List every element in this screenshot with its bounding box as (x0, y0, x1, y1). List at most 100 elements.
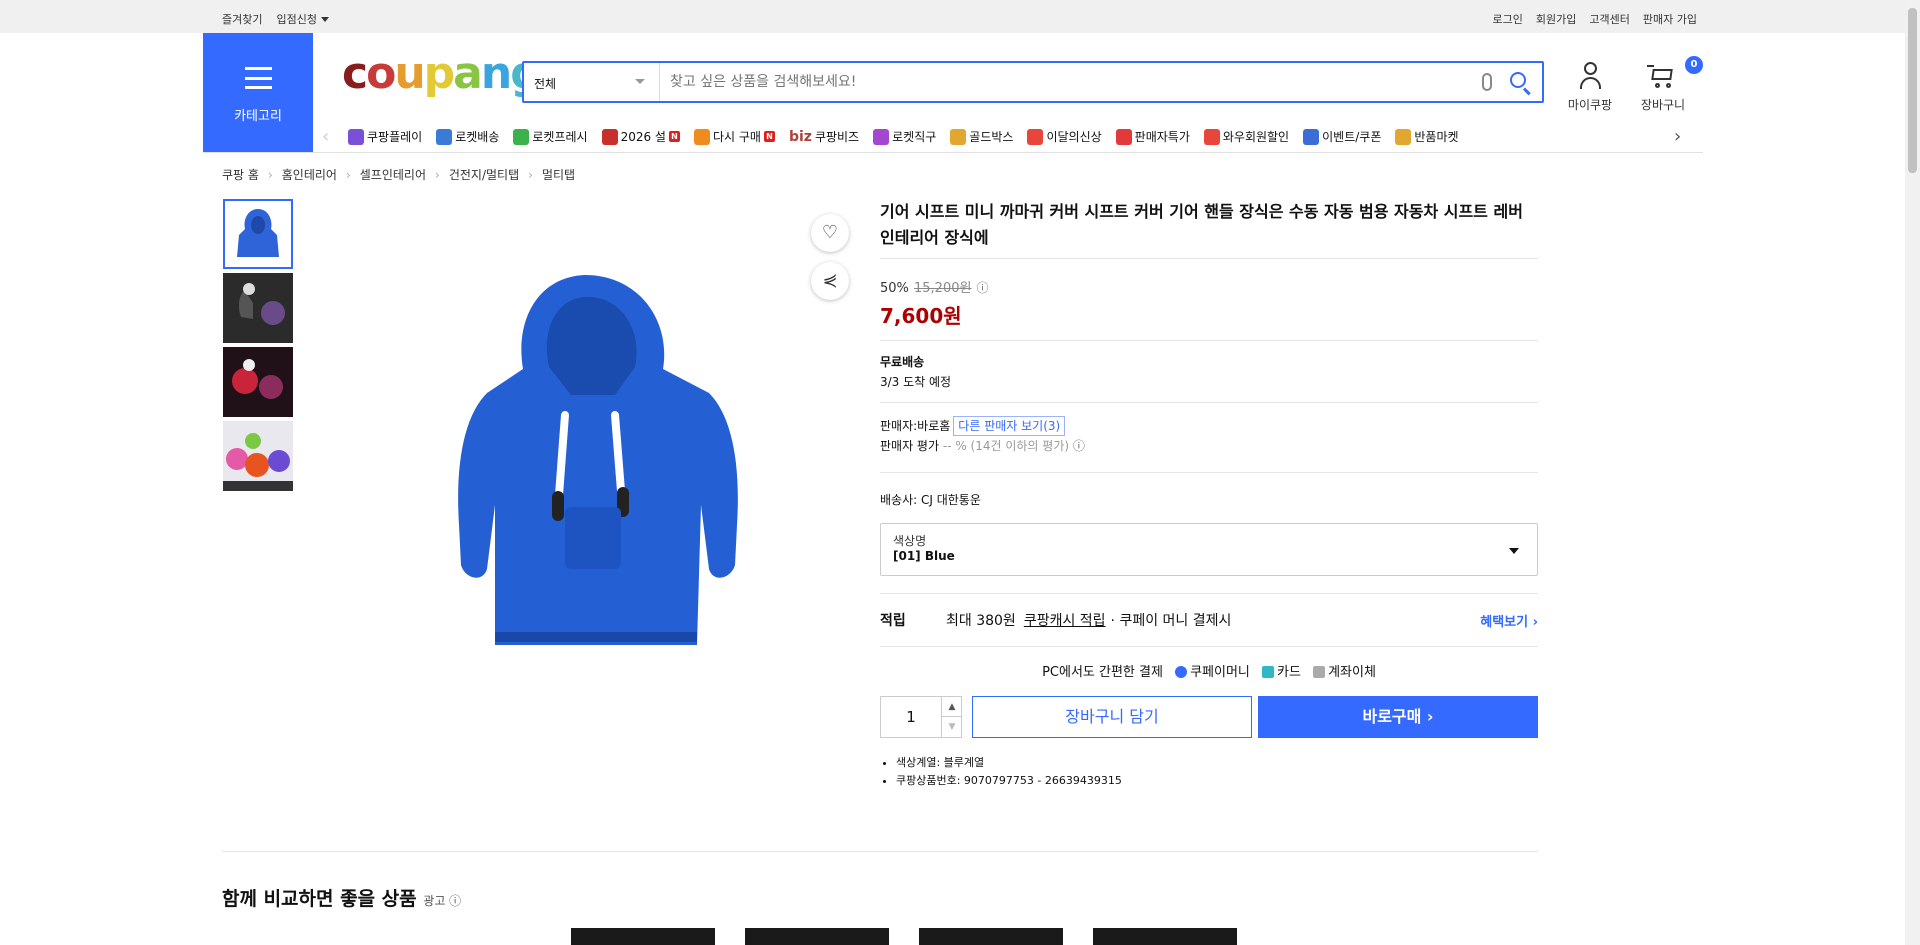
coupang-logo[interactable]: coupang (342, 52, 542, 96)
nav-item-icon (873, 128, 890, 145)
thumbnail-3[interactable] (223, 347, 293, 417)
chevron-left-icon[interactable]: ‹ (322, 126, 329, 147)
nav-item[interactable]: 로켓배송 (436, 128, 499, 145)
scrollbar-thumb[interactable] (1908, 8, 1917, 173)
divider (880, 593, 1538, 594)
add-to-cart-button[interactable]: 장바구니 담기 (972, 696, 1252, 738)
carrier-info: 배송사: CJ 대한통운 (880, 493, 981, 507)
breadcrumb-item[interactable]: 멀티탭 (542, 166, 575, 183)
info-icon[interactable]: ⓘ (1073, 439, 1085, 453)
nav-item-icon (693, 128, 710, 145)
new-badge: N (763, 131, 775, 142)
nav-item[interactable]: 반품마켓 (1395, 128, 1459, 145)
nav-item-label: 다시 구매 (712, 130, 761, 144)
reco-card-image[interactable] (745, 928, 889, 945)
nav-item-label: 로켓배송 (455, 130, 500, 144)
chevron-right-icon[interactable]: › (1674, 126, 1681, 147)
benefit-link[interactable]: 혜택보기 › (1480, 611, 1538, 630)
customer-center-link[interactable]: 고객센터 (1589, 11, 1629, 27)
payment-title: PC에서도 간편한 결제 (1042, 665, 1163, 680)
nav-item-label: 로켓프레시 (532, 130, 588, 144)
reward-amount: 최대 380원 (946, 613, 1016, 629)
reco-card-image[interactable] (919, 928, 1063, 945)
caret-down-icon[interactable] (320, 16, 329, 22)
nav-item-prefix: biz (788, 128, 812, 145)
entry-link[interactable]: 입점신청 (276, 11, 316, 27)
shipping-info: 무료배송 3/3 도착 예정 (880, 352, 951, 392)
nav-item-label: 쿠팡비즈 (814, 130, 860, 144)
cart-button[interactable]: 0 장바구니 (1633, 56, 1703, 113)
reward-row: 적립 최대 380원 쿠팡캐시 적립 · 쿠페이 머니 결제시 혜택보기 › (880, 610, 1538, 630)
nav-item[interactable]: 판매자특가 (1115, 128, 1190, 145)
nav-item-icon (1115, 128, 1132, 145)
thumbnail-1[interactable] (223, 199, 293, 269)
option-select[interactable]: 색상명 [01] Blue (880, 523, 1538, 576)
search-input[interactable] (670, 67, 1470, 97)
ad-label[interactable]: 광고 ⓘ (423, 894, 461, 908)
seller-signup-link[interactable]: 판매자 가입 (1643, 11, 1697, 27)
nav-item-label: 반품마켓 (1414, 130, 1459, 144)
payment-method: 카드 (1277, 665, 1301, 680)
nav-item[interactable]: 로켓직구 (873, 128, 936, 145)
scrollbar[interactable] (1905, 0, 1920, 945)
nav-item[interactable]: 이벤트/쿠폰 (1303, 128, 1381, 145)
arrival-date: 3/3 도착 예정 (880, 375, 952, 389)
favorites-link[interactable]: 즐겨찾기 (222, 11, 262, 27)
nav-item[interactable]: 쿠팡플레이 (348, 128, 422, 145)
microphone-icon[interactable] (1482, 73, 1492, 91)
caret-down-icon (1509, 548, 1519, 554)
nav-item[interactable]: 2026 설N (601, 128, 680, 145)
category-button[interactable]: 카테고리 (203, 33, 313, 152)
seller-label: 판매자: (880, 419, 918, 433)
thumbnail-list (223, 199, 293, 495)
divider (880, 340, 1538, 341)
nav-item[interactable]: 이달의신상 (1027, 128, 1102, 145)
seller-info: 판매자:바로홈 다른 판매자 보기(3) 판매자 평가 -- % (14건 이하의… (880, 416, 1085, 456)
sale-price: 7,600원 (880, 304, 962, 328)
original-price: 15,200원 (914, 281, 972, 296)
quantity-value[interactable]: 1 (881, 697, 941, 737)
reco-card-image[interactable] (1093, 928, 1237, 945)
thumbnail-2[interactable] (223, 273, 293, 343)
hamburger-icon (245, 67, 272, 89)
login-link[interactable]: 로그인 (1493, 11, 1523, 27)
buy-now-button[interactable]: 바로구매 › (1258, 696, 1538, 738)
payment-method: 쿠페이머니 (1190, 665, 1250, 680)
search-category-select[interactable]: 전체 (524, 63, 660, 101)
payment-method: 계좌이체 (1328, 665, 1376, 680)
breadcrumb-item[interactable]: 쿠팡 홈 (222, 166, 259, 183)
nav-item-icon (1303, 128, 1320, 145)
seller-rating-value: -- % (14건 이하의 평가) (942, 439, 1070, 453)
other-sellers-link[interactable]: 다른 판매자 보기(3) (953, 416, 1066, 436)
seller-name: 바로홈 (917, 419, 951, 433)
nav-item[interactable]: 다시 구매 N (693, 128, 775, 145)
logo-letter: c (342, 48, 368, 99)
option-label: 색상명 (893, 534, 927, 548)
breadcrumb-item[interactable]: 건전지/멀티탭 (449, 166, 519, 183)
nav-item-icon (1027, 128, 1044, 145)
breadcrumb-item[interactable]: 홈인테리어 (282, 166, 337, 183)
chevron-down-icon[interactable]: ▼ (941, 717, 962, 737)
breadcrumb-item[interactable]: 셀프인테리어 (360, 166, 426, 183)
reward-link[interactable]: 쿠팡캐시 적립 (1024, 610, 1106, 630)
nav-item-label: 골드박스 (969, 130, 1014, 144)
thumbnail-4[interactable] (223, 421, 293, 491)
top-right-links: 로그인 회원가입 고객센터 판매자 가입 (1493, 11, 1697, 27)
section-divider (222, 851, 1538, 852)
nav-item[interactable]: 로켓프레시 (513, 128, 588, 145)
attribute-item: 쿠팡상품번호: 9070797753 - 26639439315 (896, 772, 1122, 790)
product-main-image (458, 275, 738, 645)
reco-card-image[interactable] (571, 928, 715, 945)
share-icon[interactable]: ⋞ (811, 262, 849, 300)
search-category-value: 전체 (534, 77, 557, 91)
nav-item-icon (1203, 128, 1220, 145)
nav-item[interactable]: biz 쿠팡비즈 (789, 128, 859, 145)
nav-item[interactable]: 와우회원할인 (1203, 128, 1289, 145)
chevron-up-icon[interactable]: ▲ (941, 697, 962, 717)
info-icon[interactable]: ⓘ (977, 281, 989, 295)
mypage-button[interactable]: 마이쿠팡 (1560, 58, 1620, 113)
heart-icon[interactable]: ♡ (811, 214, 849, 252)
nav-item[interactable]: 골드박스 (950, 128, 1013, 145)
signup-link[interactable]: 회원가입 (1536, 11, 1576, 27)
search-icon[interactable] (1510, 72, 1526, 88)
